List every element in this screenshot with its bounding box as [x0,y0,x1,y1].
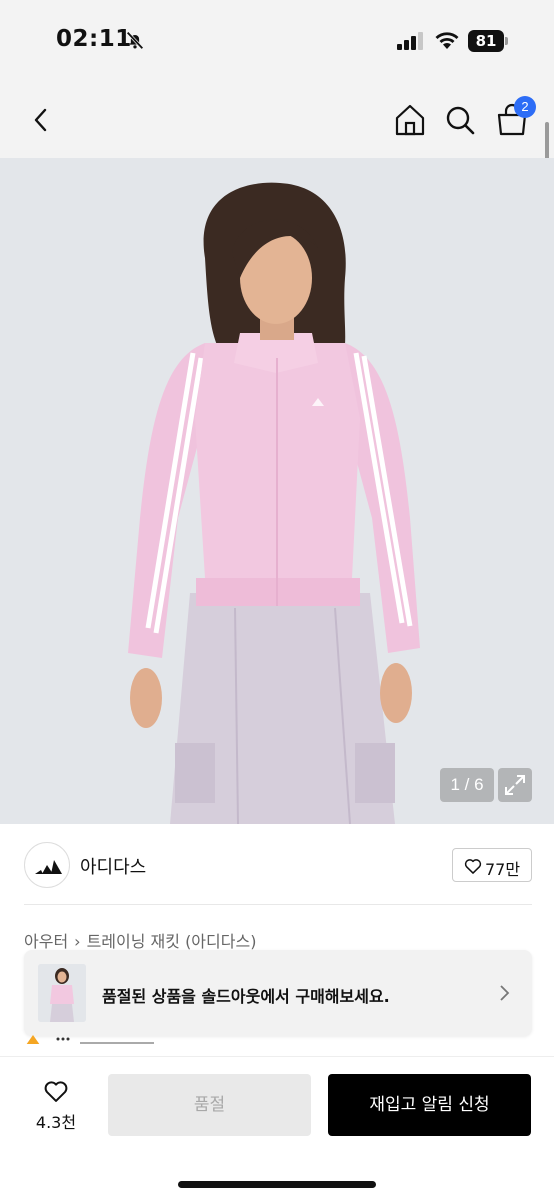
chevron-right-icon: › [74,932,81,951]
brand-like-button[interactable]: 77만 [452,848,532,882]
home-icon [395,104,425,136]
rating-row-partial [24,1030,224,1044]
heart-icon [464,859,482,874]
brand-like-count: 77만 [485,860,521,879]
battery-icon: 81 [468,30,508,52]
status-bar: 02:11 81 [0,0,554,84]
divider [24,904,532,905]
chevron-right-icon [500,985,510,1001]
heart-icon [44,1081,68,1102]
wishlist-button[interactable]: 4.3천 [26,1075,86,1135]
restock-alert-button[interactable]: 재입고 알림 신청 [328,1074,531,1136]
brand-row[interactable]: 아디다스 77만 [24,840,532,890]
bell-off-icon [126,31,144,50]
breadcrumb-item-training-jacket[interactable]: 트레이닝 재킷 (아디다스) [87,932,257,951]
soldout-banner-text: 품절된 상품을 솔드아웃에서 구매해보세요. [102,987,390,1006]
home-button[interactable] [390,100,430,140]
back-button[interactable] [22,100,62,140]
soldout-banner[interactable]: 품절된 상품을 솔드아웃에서 구매해보세요. [24,950,532,1036]
adidas-logo-icon[interactable] [24,842,70,888]
brand-name[interactable]: 아디다스 [80,853,146,879]
signal-icon [397,32,423,50]
search-button[interactable] [440,100,480,140]
breadcrumb: 아우터 › 트레이닝 재킷 (아디다스) [24,928,256,952]
battery-level: 81 [468,30,504,52]
cart-button[interactable]: 2 [492,96,536,140]
search-icon [446,106,475,135]
status-time: 02:11 [56,26,132,52]
expand-button[interactable] [498,768,532,802]
product-photo [0,158,554,824]
app-header: 2 [0,84,554,158]
bottom-action-bar: 4.3천 품절 재입고 알림 신청 [0,1056,554,1200]
image-counter: 1 / 6 [440,768,494,802]
banner-thumbnail [38,964,86,1022]
product-image[interactable] [0,158,554,824]
wishlist-count: 4.3천 [35,1113,77,1132]
back-icon [34,108,47,132]
breadcrumb-item-outer[interactable]: 아우터 [24,932,68,951]
cart-count-badge: 2 [514,96,536,118]
home-indicator[interactable] [178,1181,376,1188]
soldout-button[interactable]: 품절 [108,1074,311,1136]
expand-icon [505,775,525,795]
wifi-icon [435,32,459,49]
